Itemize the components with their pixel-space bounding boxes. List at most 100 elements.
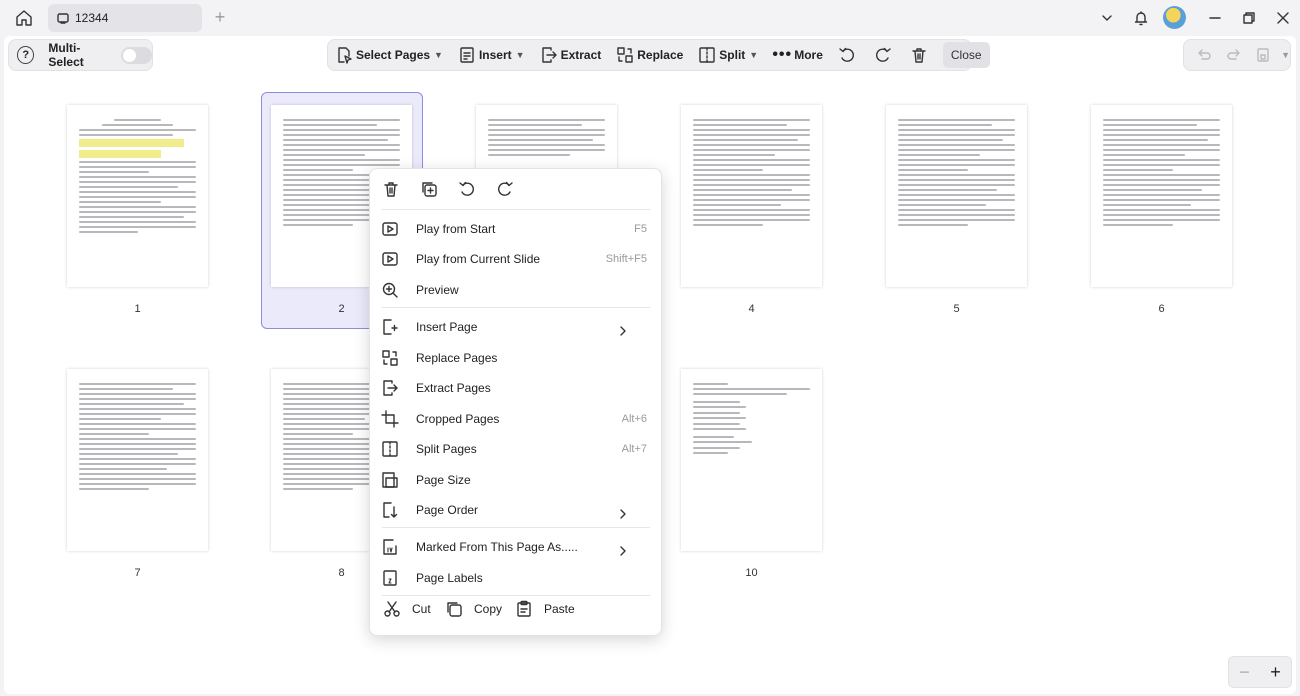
paste-label: Paste: [544, 602, 575, 616]
page-thumbnail-10[interactable]: [681, 369, 822, 551]
page-thumbnail-6[interactable]: [1091, 105, 1232, 287]
paste-button[interactable]: Paste: [514, 599, 575, 619]
select-pages-icon: [334, 45, 354, 65]
shortcut-label: Alt+7: [621, 443, 647, 455]
replace-label: Replace: [637, 48, 684, 62]
menu-item-play-from-start[interactable]: Play from Start F5: [370, 214, 663, 244]
split-icon: [380, 439, 400, 459]
duplicate-icon[interactable]: [418, 178, 440, 200]
page-thumbnail-4[interactable]: [681, 105, 822, 287]
menu-item-label: Extract Pages: [416, 381, 491, 395]
more-icon: •••: [772, 46, 793, 63]
bell-icon[interactable]: [1127, 6, 1155, 30]
menu-item-label: Split Pages: [416, 442, 477, 456]
select-pages-label: Select Pages: [356, 48, 431, 62]
shortcut-label: F5: [634, 223, 647, 235]
save-icon[interactable]: [1251, 45, 1275, 65]
menu-item-preview[interactable]: Preview: [370, 275, 663, 305]
chevron-down-icon[interactable]: ▼: [1281, 50, 1290, 60]
extract-button[interactable]: Extract: [539, 45, 601, 65]
insert-page-icon: [380, 317, 400, 337]
title-bar: 12344 +: [0, 0, 1300, 36]
extract-icon: [380, 378, 400, 398]
shortcut-label: Alt+6: [621, 413, 647, 425]
menu-item-play-from-current[interactable]: Play from Current Slide Shift+F5: [370, 244, 663, 274]
insert-icon: [457, 45, 477, 65]
rotate-right-button[interactable]: [873, 45, 895, 65]
chevron-right-icon: [613, 504, 633, 524]
replace-icon: [615, 45, 635, 65]
zoom-in-button[interactable]: +: [1270, 662, 1281, 683]
menu-item-page-labels[interactable]: Page Labels: [370, 563, 663, 593]
menu-item-label: Page Order: [416, 503, 479, 517]
undo-icon[interactable]: [1192, 45, 1216, 65]
rotate-right-icon[interactable]: [494, 178, 516, 200]
home-icon[interactable]: [10, 6, 38, 30]
document-icon: [54, 9, 72, 27]
restore-icon[interactable]: [1235, 6, 1263, 30]
split-button[interactable]: Split ▼: [697, 45, 758, 65]
menu-item-label: Preview: [416, 283, 459, 297]
page-thumbnail-1[interactable]: [67, 105, 208, 287]
menu-item-cropped-pages[interactable]: Cropped Pages Alt+6: [370, 404, 663, 434]
menu-item-insert-page[interactable]: Insert Page: [370, 312, 663, 342]
chevron-down-icon: ▼: [749, 50, 759, 60]
cut-label: Cut: [412, 602, 431, 616]
rotate-left-button[interactable]: [837, 45, 859, 65]
more-label: More: [794, 48, 823, 62]
menu-item-marked-from[interactable]: Marked From This Page As.....: [370, 532, 663, 562]
rotate-left-icon: [837, 45, 857, 65]
page-size-icon: [380, 470, 400, 490]
help-icon[interactable]: ?: [17, 46, 35, 64]
copy-label: Copy: [474, 602, 503, 616]
document-tab[interactable]: 12344: [48, 4, 202, 32]
new-tab-icon[interactable]: +: [210, 8, 230, 28]
more-button[interactable]: ••• More: [772, 45, 823, 65]
zoom-out-button[interactable]: −: [1239, 662, 1250, 683]
copy-icon: [444, 599, 464, 619]
page-number: 5: [953, 303, 960, 315]
page-thumbnail-7[interactable]: [67, 369, 208, 551]
zoom-controls: − +: [1228, 656, 1292, 688]
history-panel: ▼: [1183, 39, 1291, 71]
trash-icon[interactable]: [380, 178, 402, 200]
menu-item-split-pages[interactable]: Split Pages Alt+7: [370, 434, 663, 464]
close-button[interactable]: Close: [942, 42, 990, 68]
zoom-in-icon: [380, 280, 400, 300]
delete-button[interactable]: [909, 45, 931, 65]
page-order-icon: [380, 500, 400, 520]
replace-button[interactable]: Replace: [615, 45, 683, 65]
chevron-right-icon: [613, 541, 633, 561]
menu-item-page-order[interactable]: Page Order: [370, 495, 663, 525]
context-menu-quick-actions: [380, 178, 532, 200]
page-number: 7: [134, 567, 141, 579]
menu-divider: [382, 307, 650, 308]
trash-icon: [909, 45, 929, 65]
page-number: 6: [1158, 303, 1165, 315]
menu-item-label: Replace Pages: [416, 351, 498, 365]
close-window-icon[interactable]: [1269, 6, 1297, 30]
page-toolbar: Select Pages ▼ Insert ▼ Extract Replace Sp…: [327, 39, 990, 71]
menu-item-label: Play from Current Slide: [416, 252, 541, 266]
menu-divider: [382, 527, 650, 528]
page-number: 1: [134, 303, 141, 315]
menu-item-page-size[interactable]: Page Size: [370, 465, 663, 495]
cut-button[interactable]: Cut: [382, 599, 431, 619]
copy-button[interactable]: Copy: [444, 599, 502, 619]
multi-select-toggle[interactable]: [121, 46, 152, 64]
play-icon: [380, 219, 400, 239]
menu-item-extract-pages[interactable]: Extract Pages: [370, 373, 663, 403]
insert-button[interactable]: Insert ▼: [457, 45, 525, 65]
redo-icon[interactable]: [1222, 45, 1246, 65]
chevron-down-icon[interactable]: [1093, 6, 1121, 30]
minimize-icon[interactable]: [1201, 6, 1229, 30]
page-thumbnail-5[interactable]: [886, 105, 1027, 287]
split-icon: [697, 45, 717, 65]
menu-item-replace-pages[interactable]: Replace Pages: [370, 343, 663, 373]
avatar[interactable]: [1163, 6, 1186, 29]
multi-select-label: Multi-Select: [48, 41, 84, 69]
select-pages-button[interactable]: Select Pages ▼: [334, 45, 443, 65]
menu-item-label: Cropped Pages: [416, 412, 500, 426]
rotate-left-icon[interactable]: [456, 178, 478, 200]
menu-item-label: Play from Start: [416, 222, 496, 236]
